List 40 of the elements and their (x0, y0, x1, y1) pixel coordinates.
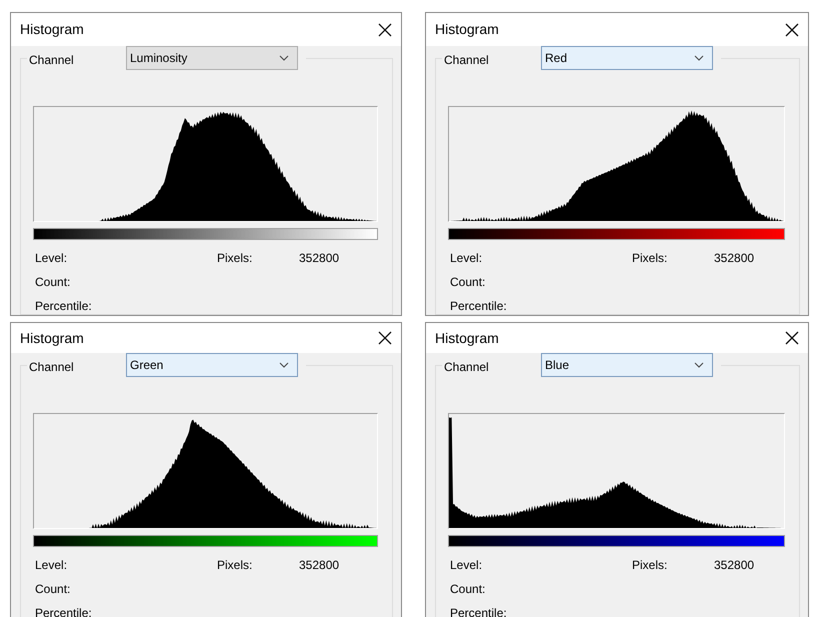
pixels-label: Pixels: (632, 558, 668, 573)
window-title: Histogram (435, 20, 499, 39)
pixels-value: 352800 (299, 558, 340, 573)
channel-dropdown[interactable]: Red (541, 46, 713, 70)
close-button[interactable] (784, 330, 800, 346)
pixels-label: Pixels: (632, 251, 668, 266)
level-label: Level: (450, 251, 484, 266)
close-button[interactable] (377, 22, 393, 38)
channel-dropdown[interactable]: Luminosity (126, 46, 298, 70)
close-button[interactable] (377, 330, 393, 346)
window-title: Histogram (20, 20, 84, 39)
percentile-label: Percentile: (450, 299, 508, 314)
close-icon (784, 330, 800, 346)
count-label: Count: (450, 275, 486, 290)
count-label: Count: (35, 275, 72, 290)
level-label: Level: (35, 558, 68, 573)
pixels-value: 352800 (299, 251, 340, 266)
count-label: Count: (450, 582, 486, 597)
chevron-icon (694, 362, 704, 368)
close-icon (784, 22, 800, 38)
window-title: Histogram (20, 328, 84, 348)
close-button[interactable] (784, 22, 800, 38)
chevron-icon (279, 362, 289, 368)
percentile-label: Percentile: (450, 606, 508, 617)
percentile-label: Percentile: (35, 606, 93, 617)
pixels-value: 352800 (714, 558, 756, 573)
chevron-icon (279, 55, 289, 61)
count-label: Count: (35, 582, 72, 597)
pixels-label: Pixels: (217, 251, 254, 266)
percentile-label: Percentile: (35, 299, 93, 314)
channel-dropdown[interactable]: Blue (541, 353, 713, 377)
level-label: Level: (450, 558, 484, 573)
pixels-value: 352800 (714, 251, 756, 266)
channel-dropdown[interactable]: Green (126, 353, 298, 377)
window-title: Histogram (435, 328, 499, 348)
close-icon (377, 330, 393, 346)
pixels-label: Pixels: (217, 558, 254, 573)
chevron-icon (694, 55, 704, 61)
close-icon (377, 22, 393, 38)
level-label: Level: (35, 251, 68, 266)
